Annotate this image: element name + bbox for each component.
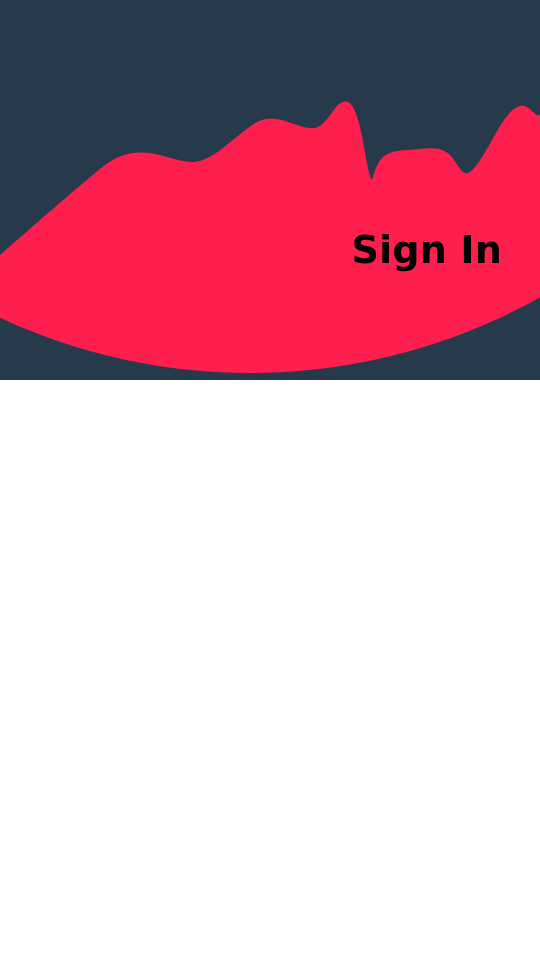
content-area	[0, 380, 540, 960]
page-title: Sign In	[351, 228, 502, 272]
sign-in-screen: Sign In	[0, 0, 540, 960]
header-graphic	[0, 0, 540, 380]
